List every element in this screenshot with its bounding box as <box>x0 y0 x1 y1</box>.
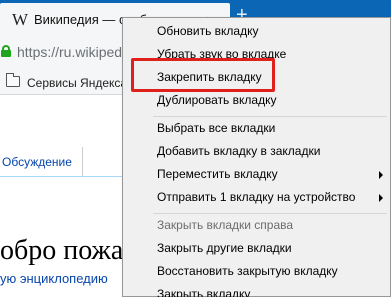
menu-item-close-other-tabs[interactable]: Закрыть другие вкладки <box>123 237 391 260</box>
menu-item-label: Восстановить закрытую вкладку <box>157 264 338 278</box>
menu-item-close-tab[interactable]: Закрыть вкладку <box>123 283 391 297</box>
menu-item-label: Добавить вкладку в закладки <box>157 144 321 158</box>
menu-item-label: Закрыть другие вкладки <box>157 241 292 255</box>
menu-item-send-tab-to-device[interactable]: Отправить 1 вкладку на устройство <box>123 186 391 209</box>
menu-item-duplicate-tab[interactable]: Дублировать вкладку <box>123 89 391 112</box>
lock-icon[interactable] <box>1 45 11 57</box>
menu-item-label: Обновить вкладку <box>157 24 259 38</box>
menu-item-label: Отправить 1 вкладку на устройство <box>157 190 356 204</box>
menu-item-select-all-tabs[interactable]: Выбрать все вкладки <box>123 117 391 140</box>
menu-item-label: Выбрать все вкладки <box>157 121 276 135</box>
submenu-arrow-icon <box>379 194 383 202</box>
menu-item-close-tabs-right: Закрыть вкладки справа <box>123 214 391 237</box>
menu-item-move-tab[interactable]: Переместить вкладку <box>123 163 391 186</box>
wikipedia-favicon-icon: W <box>12 10 29 29</box>
discussion-tab-label: Обсуждение <box>2 155 72 169</box>
bookmark-yandex-services[interactable]: Сервисы Яндекса <box>27 75 127 91</box>
menu-item-label: Дублировать вкладку <box>157 93 277 107</box>
encyclopedia-link[interactable]: ую энциклопедию <box>0 271 108 287</box>
menu-item-label: Переместить вкладку <box>157 167 278 181</box>
folder-icon <box>6 73 20 87</box>
submenu-arrow-icon <box>379 171 383 179</box>
menu-item-label: Закрыть вкладку <box>157 287 251 297</box>
highlight-box <box>131 58 275 92</box>
menu-item-reload-tab[interactable]: Обновить вкладку <box>123 20 391 43</box>
menu-item-bookmark-tab[interactable]: Добавить вкладку в закладки <box>123 140 391 163</box>
menu-item-label: Закрыть вкладки справа <box>157 218 294 232</box>
tab-discussion[interactable]: Обсуждение <box>0 147 83 177</box>
menu-item-restore-closed-tab[interactable]: Восстановить закрытую вкладку <box>123 260 391 283</box>
